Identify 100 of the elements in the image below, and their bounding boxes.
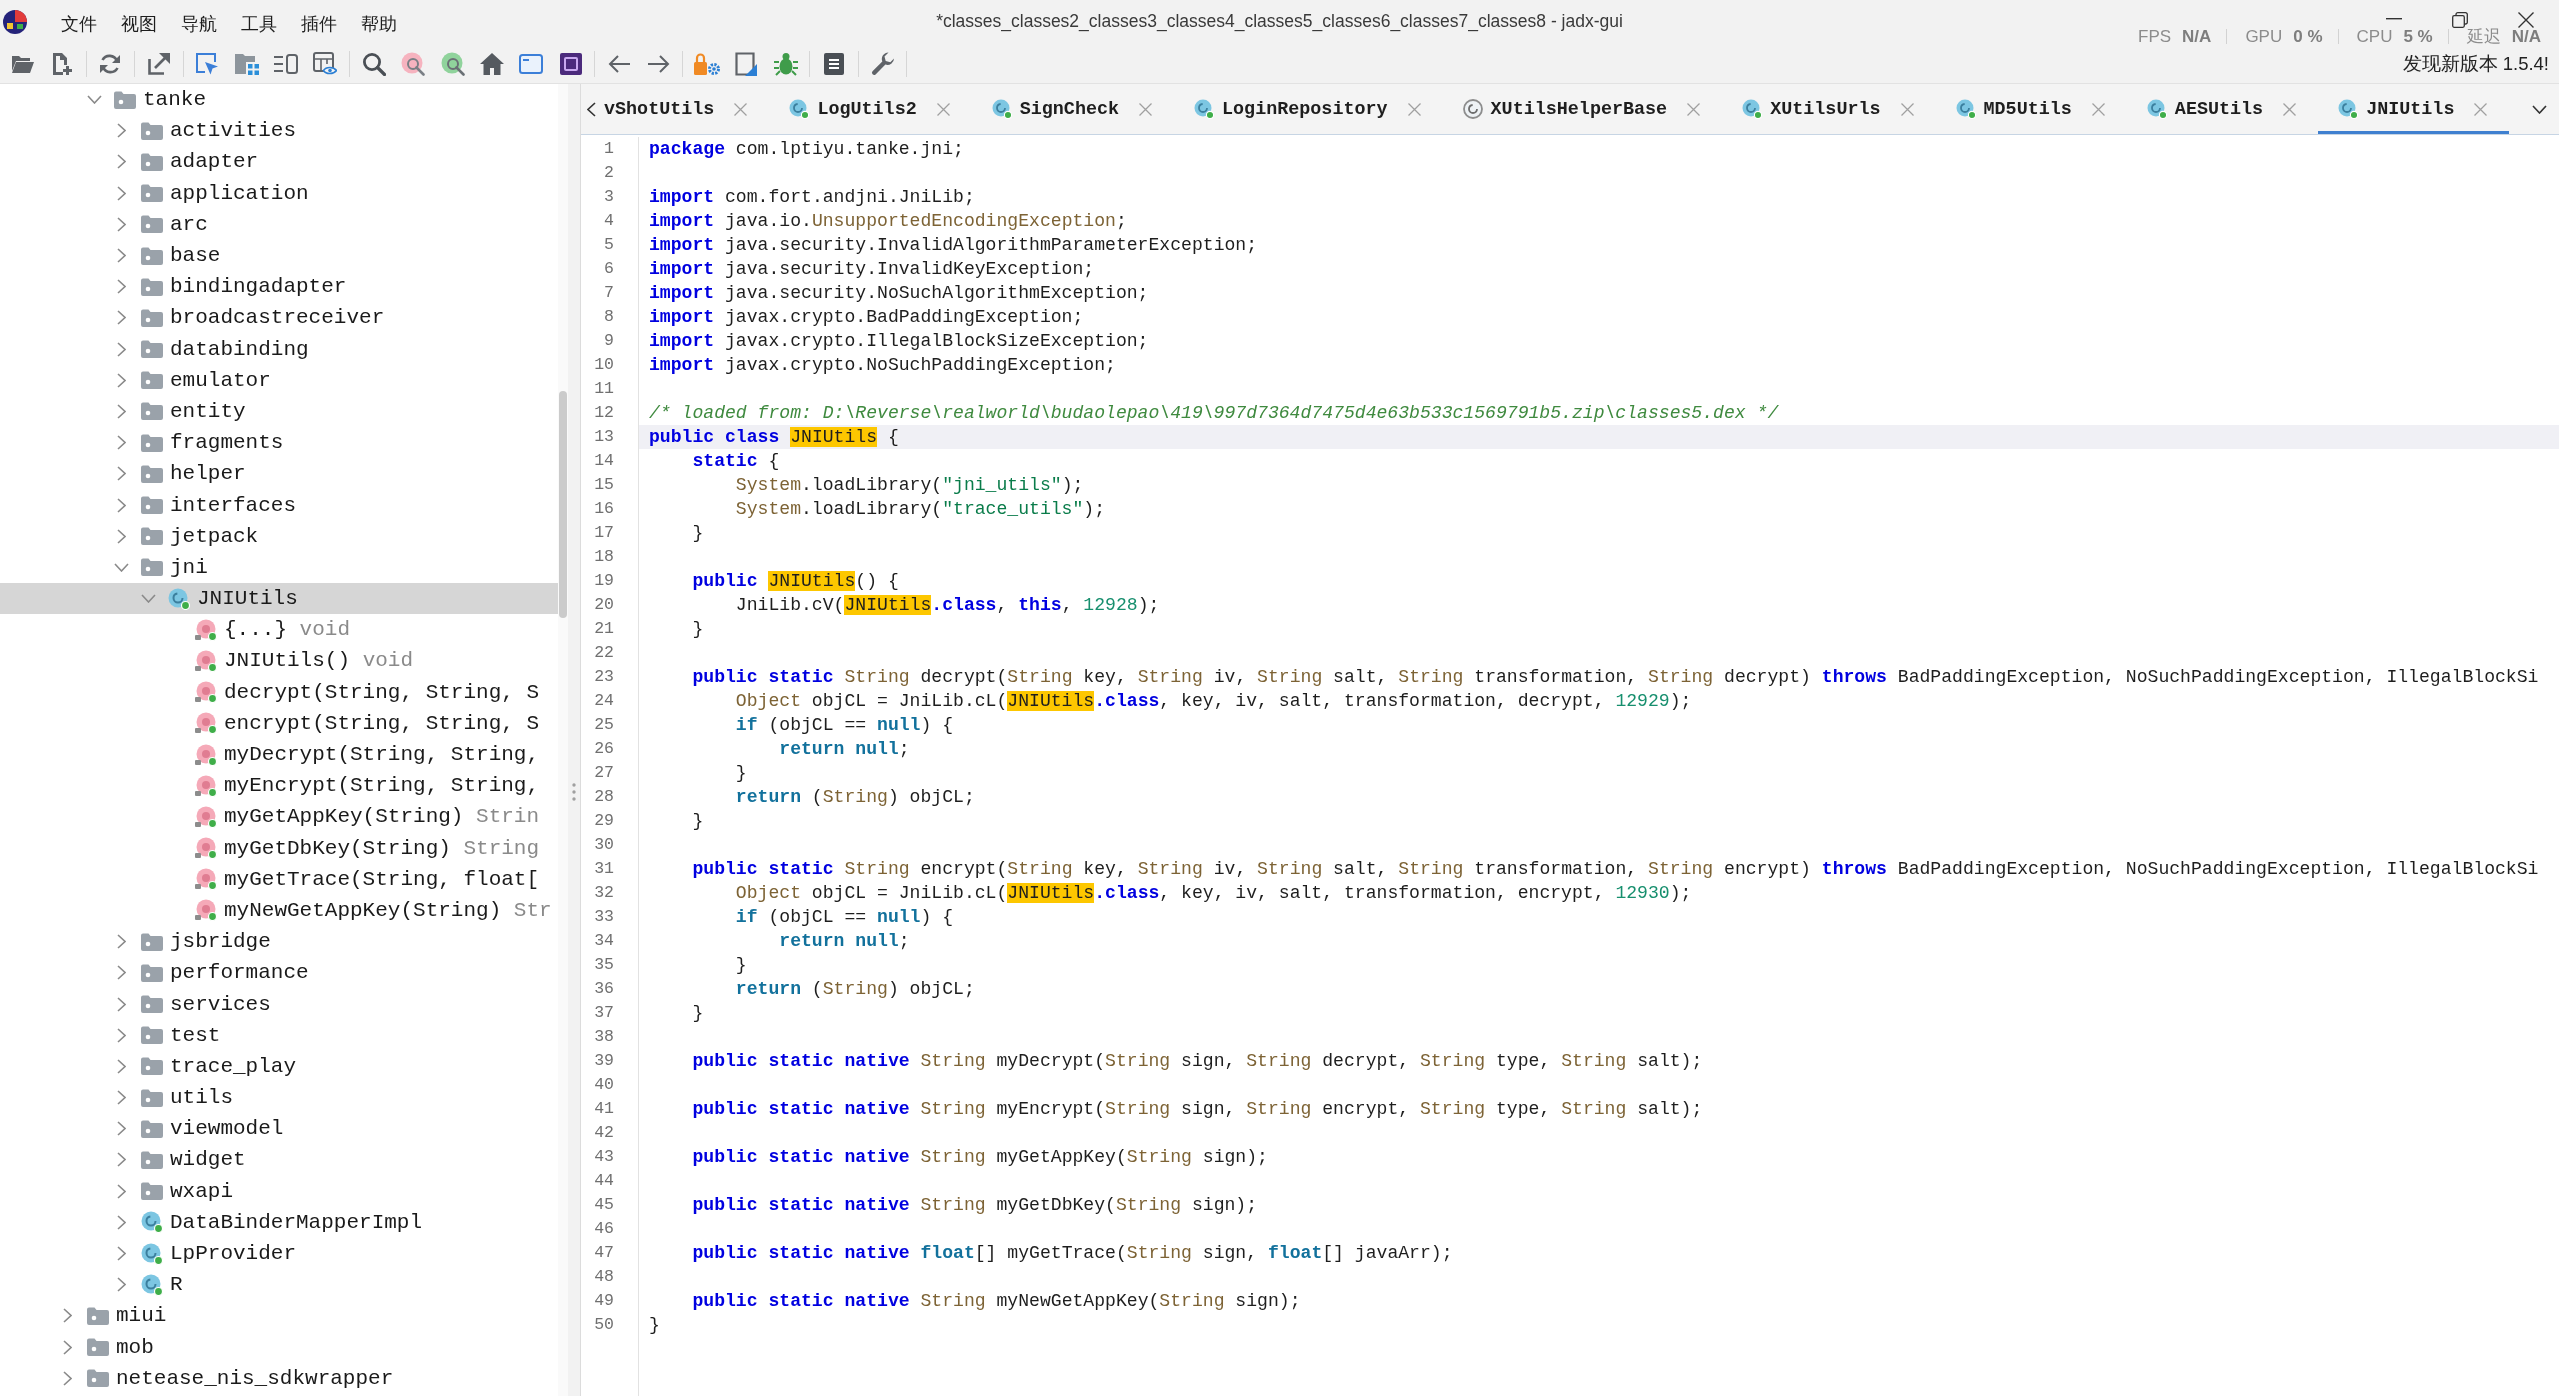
tab[interactable]: LoginRepository [1174, 84, 1443, 134]
tab[interactable]: XUtilsUrls [1722, 84, 1936, 134]
chevron-down-icon[interactable] [2531, 104, 2547, 114]
tree-item[interactable]: LpProvider [112, 1237, 297, 1270]
tree-item[interactable]: services [112, 988, 271, 1020]
search-icon[interactable] [361, 51, 386, 76]
tree-item[interactable]: myEncrypt(String, String, [184, 770, 540, 802]
tree-item[interactable]: viewmodel [112, 1113, 284, 1145]
menu-item[interactable]: 视图 [109, 5, 169, 39]
chevron-right-icon[interactable] [116, 185, 126, 201]
tab[interactable]: MD5Utils [1935, 84, 2127, 134]
tree-item[interactable]: decrypt(String, String, S [184, 676, 540, 708]
tree-item[interactable]: application [112, 177, 309, 209]
tree-item[interactable]: tanke [85, 84, 206, 116]
tree-item[interactable]: JNIUtils [0, 583, 558, 615]
update-notice[interactable]: 发现新版本 1.5.4! [2402, 51, 2559, 76]
tree-item[interactable]: trace_play [112, 1050, 297, 1082]
arrow-right-icon[interactable] [647, 54, 670, 73]
tree-item[interactable]: myGetAppKey(String) Strin [184, 801, 540, 833]
menu-item[interactable]: 导航 [169, 5, 229, 39]
tree-item[interactable]: jni [112, 551, 208, 583]
folder-open-icon[interactable] [10, 53, 35, 74]
chevron-right-icon[interactable] [116, 123, 126, 139]
chevron-right-icon[interactable] [62, 1308, 72, 1324]
chevron-right-icon[interactable] [62, 1370, 72, 1386]
arrow-left-icon[interactable] [608, 54, 631, 73]
menu-item[interactable]: 插件 [289, 5, 349, 39]
tree-item[interactable]: mob [58, 1331, 154, 1363]
tree-item[interactable]: DataBinderMapperImpl [112, 1206, 423, 1238]
chevron-right-icon[interactable] [116, 466, 126, 482]
chevron-right-icon[interactable] [116, 248, 126, 264]
tab[interactable]: SignCheck [971, 84, 1175, 134]
chevron-right-icon[interactable] [116, 1152, 126, 1168]
chevron-right-icon[interactable] [116, 1027, 126, 1043]
tree-item[interactable]: {...} void [184, 614, 351, 646]
list-document-icon[interactable] [824, 52, 845, 75]
tab[interactable]: JNIUtils [2318, 84, 2510, 134]
minimize-icon[interactable] [2386, 18, 2402, 20]
chevron-right-icon[interactable] [116, 341, 126, 357]
tree-item[interactable]: fragments [112, 427, 284, 459]
tree-item[interactable]: interfaces [112, 489, 297, 521]
window-icon[interactable] [519, 53, 544, 74]
restore-icon[interactable] [2452, 12, 2468, 28]
chevron-right-icon[interactable] [116, 372, 126, 388]
tree-item[interactable]: JNIUtils() void [184, 645, 414, 677]
chevron-right-icon[interactable] [116, 1183, 126, 1199]
chevron-right-icon[interactable] [116, 528, 126, 544]
export-icon[interactable] [146, 51, 171, 76]
tree-item[interactable]: myNewGetAppKey(String) Str [184, 894, 552, 927]
table-eye-icon[interactable] [313, 51, 338, 76]
tree-item[interactable]: miui [58, 1300, 167, 1332]
tree-item[interactable]: base [112, 239, 221, 272]
tree-item[interactable]: encrypt(String, String, S [184, 707, 540, 739]
tree-item[interactable]: utils [112, 1082, 233, 1114]
chevron-right-icon[interactable] [116, 497, 126, 513]
tree-item[interactable]: jsbridge [112, 926, 271, 958]
tree-item[interactable]: jetpack [112, 520, 259, 552]
bug-icon[interactable] [773, 51, 798, 76]
chevron-right-icon[interactable] [116, 965, 126, 981]
tree-item[interactable]: adapter [112, 146, 259, 178]
add-file-icon[interactable] [51, 51, 74, 76]
close-icon[interactable] [2518, 12, 2534, 28]
chevron-right-icon[interactable] [116, 1214, 126, 1230]
magnifier-disc-icon[interactable] [401, 51, 426, 76]
tree-item[interactable]: netease_nis_sdkwrapper [58, 1362, 394, 1394]
tree-item[interactable]: broadcastreceiver [112, 302, 385, 334]
magnifier-disc-icon[interactable] [440, 51, 465, 76]
square-tile-icon[interactable] [559, 52, 582, 75]
chevron-right-icon[interactable] [116, 403, 126, 419]
tree-item[interactable]: R [112, 1269, 183, 1301]
chevron-right-icon[interactable] [116, 1277, 126, 1293]
chevron-left-icon[interactable] [586, 101, 596, 117]
tree-item[interactable]: databinding [112, 333, 309, 365]
tree-item[interactable]: myGetDbKey(String) String [184, 832, 540, 864]
splitter-grip-icon[interactable] [572, 783, 576, 801]
tab[interactable]: vShotUtils [601, 84, 770, 134]
tab[interactable]: AESUtils [2126, 84, 2319, 134]
menu-item[interactable]: 帮助 [349, 5, 409, 39]
chevron-right-icon[interactable] [116, 279, 126, 295]
tree-item[interactable]: myGetTrace(String, float[ [184, 863, 540, 895]
tree-item[interactable]: widget [112, 1144, 246, 1176]
tab[interactable]: XUtilsHelperBase [1442, 84, 1723, 134]
tree-item[interactable]: performance [112, 957, 309, 989]
chevron-right-icon[interactable] [62, 1339, 72, 1355]
chevron-right-icon[interactable] [116, 934, 126, 950]
wrench-icon[interactable] [870, 51, 895, 76]
tree-item[interactable]: test [112, 1019, 221, 1051]
chevron-right-icon[interactable] [116, 310, 126, 326]
document-corner-icon[interactable] [735, 51, 758, 76]
tree-item[interactable]: wxapi [112, 1175, 233, 1207]
chevron-right-icon[interactable] [116, 216, 126, 232]
select-cursor-icon[interactable] [195, 51, 220, 76]
chevron-right-icon[interactable] [116, 1246, 126, 1262]
chevron-right-icon[interactable] [116, 1090, 126, 1106]
scrollbar-thumb[interactable] [559, 391, 567, 618]
chevron-right-icon[interactable] [116, 435, 126, 451]
folder-grid-icon[interactable] [234, 52, 259, 75]
home-icon[interactable] [480, 52, 504, 75]
tree-item[interactable]: helper [112, 458, 246, 490]
tree-item[interactable]: bindingadapter [112, 271, 347, 303]
